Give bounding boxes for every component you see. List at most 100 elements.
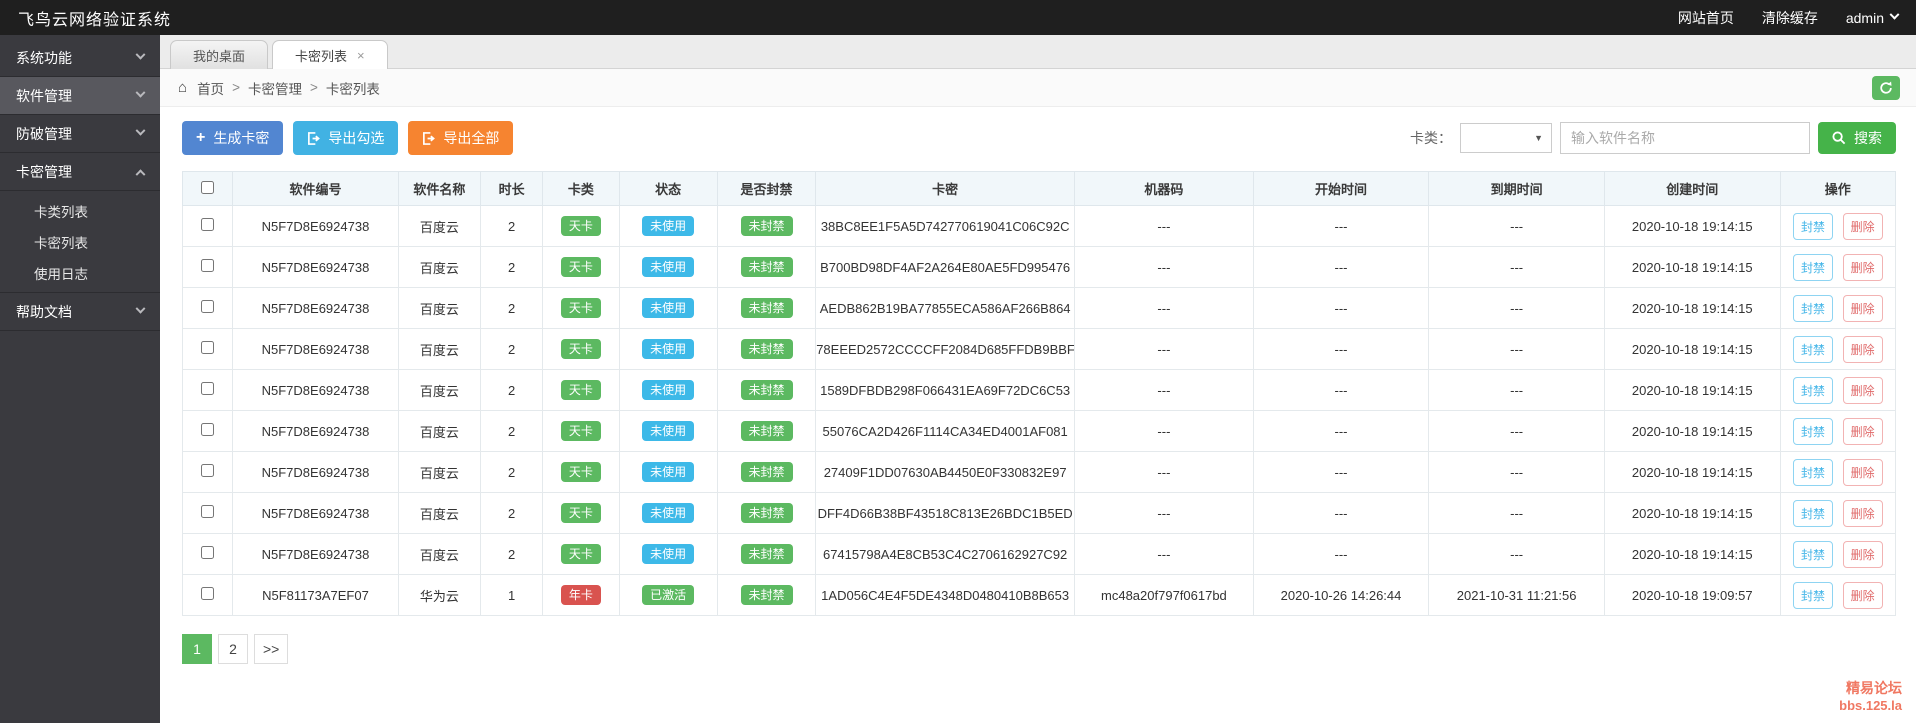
cell-card-key: B700BD98DF4AF2A264E80AE5FD995476: [815, 246, 1076, 288]
page-next-button[interactable]: >>: [254, 634, 289, 664]
cell-duration: 2: [480, 246, 544, 288]
export-all-button[interactable]: 导出全部: [408, 121, 514, 155]
toolbar: + 生成卡密 导出勾选 导出全部 卡类： ▼ 输入软件名称 搜索: [182, 121, 1896, 155]
delete-button[interactable]: 删除: [1842, 294, 1883, 322]
cell-expire-time: ---: [1428, 410, 1605, 452]
sidebar-subitem-card-type-list[interactable]: 卡类列表: [0, 195, 160, 226]
table-row: N5F81173A7EF07 华为云 1 年卡 已激活 未封禁 1AD056C4…: [181, 574, 1897, 616]
row-checkbox[interactable]: [201, 464, 215, 477]
row-checkbox[interactable]: [201, 423, 215, 436]
col-software-name: 软件名称: [397, 171, 482, 206]
ban-button[interactable]: 封禁: [1792, 417, 1833, 445]
ban-button[interactable]: 封禁: [1792, 294, 1833, 322]
delete-button[interactable]: 删除: [1842, 458, 1883, 486]
cell-start-time: 2020-10-26 14:26:44: [1252, 574, 1430, 616]
chevron-down-icon: [135, 49, 146, 60]
ban-status-badge: 未封禁: [740, 421, 793, 441]
delete-button[interactable]: 删除: [1842, 417, 1883, 445]
ban-button[interactable]: 封禁: [1792, 212, 1833, 240]
ban-button[interactable]: 封禁: [1792, 499, 1833, 527]
export-checked-button[interactable]: 导出勾选: [293, 121, 399, 155]
cell-expire-time: ---: [1428, 328, 1605, 370]
col-status: 状态: [618, 171, 718, 206]
sidebar-item-cardkey-management[interactable]: 卡密管理: [0, 153, 160, 191]
page-button-2[interactable]: 2: [218, 634, 248, 664]
sidebar-item-help-docs[interactable]: 帮助文档: [0, 293, 160, 331]
breadcrumb-current: 卡密列表: [325, 81, 380, 97]
sidebar-item-system-functions[interactable]: 系统功能: [0, 39, 160, 77]
ban-button[interactable]: 封禁: [1792, 581, 1833, 609]
cell-create-time: 2020-10-18 19:14:15: [1603, 328, 1781, 370]
delete-button[interactable]: 删除: [1842, 499, 1883, 527]
cell-create-time: 2020-10-18 19:14:15: [1603, 205, 1781, 247]
cell-duration: 2: [480, 451, 544, 493]
cell-software-name: 百度云: [397, 287, 482, 329]
ban-status-badge: 未封禁: [740, 380, 793, 400]
cell-software-id: N5F7D8E6924738: [232, 328, 399, 370]
breadcrumb-bar: ⌂ 首页 > 卡密管理 > 卡密列表: [160, 69, 1916, 107]
row-checkbox[interactable]: [201, 218, 215, 231]
delete-button[interactable]: 删除: [1842, 335, 1883, 363]
topnav-clear-cache[interactable]: 清除缓存: [1762, 8, 1818, 28]
status-badge: 未使用: [642, 216, 695, 236]
refresh-button[interactable]: [1872, 75, 1900, 100]
tab-card-key-list[interactable]: 卡密列表 ×: [272, 40, 388, 69]
card-type-badge: 天卡: [560, 257, 601, 277]
cell-machine-code: ---: [1074, 533, 1254, 575]
sidebar-item-software-management[interactable]: 软件管理: [0, 77, 160, 115]
user-menu[interactable]: admin: [1846, 10, 1900, 26]
cell-start-time: ---: [1252, 246, 1430, 288]
watermark-line1: 精易论坛: [1846, 679, 1902, 696]
ban-button[interactable]: 封禁: [1792, 458, 1833, 486]
cell-create-time: 2020-10-18 19:09:57: [1603, 574, 1781, 616]
card-type-select[interactable]: ▼: [1460, 123, 1552, 153]
cell-expire-time: ---: [1428, 287, 1605, 329]
cell-expire-time: 2021-10-31 11:21:56: [1428, 574, 1605, 616]
topnav-site-home[interactable]: 网站首页: [1678, 8, 1734, 28]
cell-create-time: 2020-10-18 19:14:15: [1603, 533, 1781, 575]
cell-machine-code: ---: [1074, 410, 1254, 452]
row-checkbox[interactable]: [201, 341, 215, 354]
cell-duration: 1: [480, 574, 544, 616]
cell-software-id: N5F7D8E6924738: [232, 246, 399, 288]
row-checkbox[interactable]: [201, 505, 215, 518]
generate-cardkey-button[interactable]: + 生成卡密: [182, 121, 284, 155]
pagination: 1 2 >>: [182, 634, 1896, 664]
card-type-badge: 天卡: [560, 544, 601, 564]
cell-expire-time: ---: [1428, 451, 1605, 493]
topbar: 飞鸟云网络验证系统 网站首页 清除缓存 admin: [0, 0, 1916, 35]
sidebar-subitem-usage-log[interactable]: 使用日志: [0, 257, 160, 288]
delete-button[interactable]: 删除: [1842, 376, 1883, 404]
delete-button[interactable]: 删除: [1842, 581, 1883, 609]
row-checkbox[interactable]: [201, 546, 215, 559]
page-button-1[interactable]: 1: [182, 634, 212, 664]
ban-button[interactable]: 封禁: [1792, 376, 1833, 404]
cell-software-name: 百度云: [397, 246, 482, 288]
row-checkbox[interactable]: [201, 300, 215, 313]
breadcrumb-cardkey-management[interactable]: 卡密管理: [248, 78, 302, 98]
delete-button[interactable]: 删除: [1842, 540, 1883, 568]
sidebar-subitem-card-key-list[interactable]: 卡密列表: [0, 226, 160, 257]
ban-status-badge: 未封禁: [740, 503, 793, 523]
close-icon[interactable]: ×: [357, 49, 365, 62]
delete-button[interactable]: 删除: [1842, 253, 1883, 281]
ban-button[interactable]: 封禁: [1792, 253, 1833, 281]
select-all-checkbox[interactable]: [201, 180, 215, 194]
cell-start-time: ---: [1252, 205, 1430, 247]
cell-duration: 2: [480, 205, 544, 247]
ban-button[interactable]: 封禁: [1792, 540, 1833, 568]
sidebar-item-anticrack-management[interactable]: 防破管理: [0, 115, 160, 153]
row-checkbox[interactable]: [201, 259, 215, 272]
row-checkbox[interactable]: [201, 382, 215, 395]
software-name-input[interactable]: [1560, 122, 1810, 154]
search-button[interactable]: 搜索: [1818, 122, 1896, 154]
row-checkbox[interactable]: [201, 587, 215, 600]
search-icon: [1832, 131, 1846, 145]
tab-my-desktop[interactable]: 我的桌面: [170, 40, 269, 69]
cell-software-name: 百度云: [397, 205, 482, 247]
watermark-line2: bbs.125.la: [1839, 698, 1902, 714]
cell-duration: 2: [480, 492, 544, 534]
ban-button[interactable]: 封禁: [1792, 335, 1833, 363]
breadcrumb-home[interactable]: 首页: [197, 78, 224, 98]
delete-button[interactable]: 删除: [1842, 212, 1883, 240]
